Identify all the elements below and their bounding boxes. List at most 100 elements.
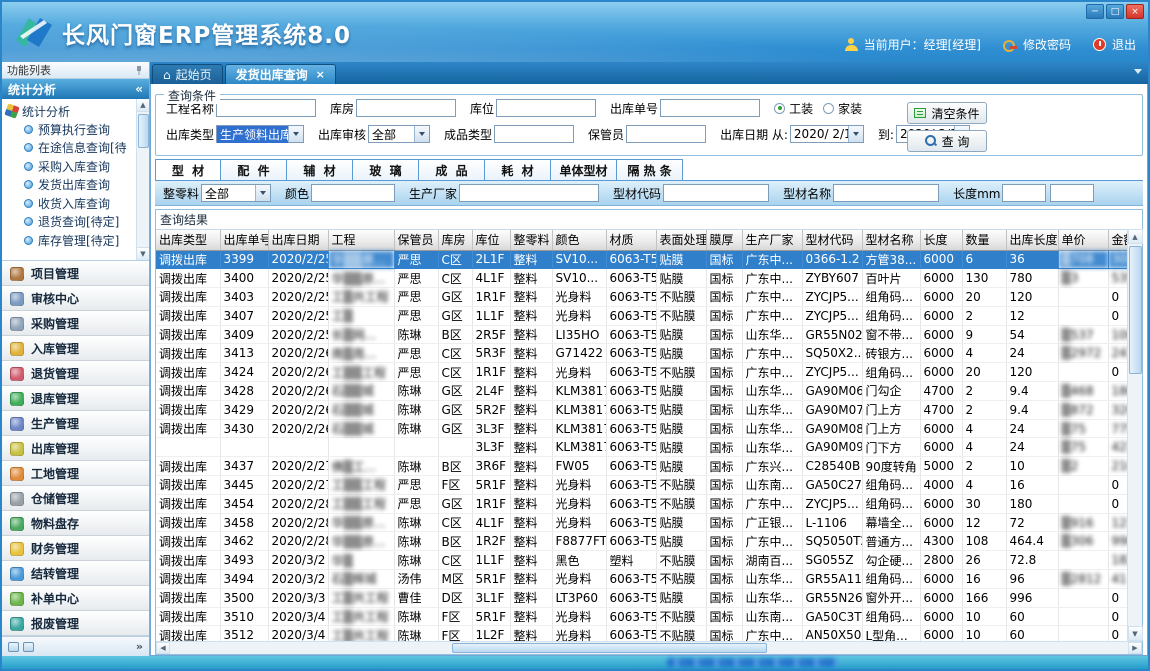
table-row[interactable]: 调拨出库35002020/3/3工▒共工程曹佳D区3L1F整料LT3P60606… — [156, 588, 1127, 607]
table-row[interactable]: 调拨出库33992020/2/25华▒▒原...严思C区2L1F整料SV10..… — [156, 250, 1127, 269]
material-tab[interactable]: 辅 材 — [287, 159, 353, 180]
logout-button[interactable]: 退出 — [1112, 36, 1136, 53]
sidebar-menu-item[interactable]: 生产管理 — [2, 411, 149, 436]
column-header[interactable]: 出库日期 — [268, 230, 328, 250]
audit-select[interactable]: 全部 — [368, 125, 430, 143]
column-header[interactable]: 生产厂家 — [742, 230, 802, 250]
column-header[interactable]: 型材代码 — [802, 230, 862, 250]
scroll-left-icon[interactable]: ◀ — [156, 642, 170, 654]
length-min-input[interactable] — [1002, 184, 1046, 202]
date-from-picker[interactable]: 2020/ 2/16 — [790, 125, 864, 143]
tree-scroll-thumb[interactable] — [138, 114, 149, 148]
sidebar-menu-item[interactable]: 审核中心 — [2, 286, 149, 311]
scroll-up-icon[interactable]: ▲ — [1128, 229, 1143, 244]
horizontal-scroll-thumb[interactable] — [452, 643, 768, 653]
column-header[interactable]: 工程 — [328, 230, 394, 250]
sidebar-menu-item[interactable]: 采购管理 — [2, 311, 149, 336]
column-header[interactable]: 出库类型 — [156, 230, 220, 250]
column-header[interactable]: 金额 — [1108, 230, 1127, 250]
radio-option[interactable]: 工装 — [774, 100, 813, 117]
table-row[interactable]: 调拨出库34002020/2/25华▒▒原...严思C区4L1F整料SV10..… — [156, 269, 1127, 288]
sidebar-menu-item[interactable]: 出库管理 — [2, 436, 149, 461]
sidebar-menu-item[interactable]: 财务管理 — [2, 536, 149, 561]
more-panels-icon[interactable]: » — [136, 640, 143, 653]
tree-item[interactable]: 退货查询[待定] — [6, 213, 135, 232]
tree-scrollbar[interactable]: ▲ ▼ — [136, 99, 149, 260]
scroll-up-icon[interactable]: ▲ — [137, 99, 150, 112]
material-tab[interactable]: 玻 璃 — [353, 159, 419, 180]
sidebar-menu-item[interactable]: 补单中心 — [2, 586, 149, 611]
whole-piece-select[interactable]: 全部 — [201, 184, 271, 202]
sidebar-menu-item[interactable]: 工地管理 — [2, 461, 149, 486]
column-header[interactable]: 整零料 — [510, 230, 552, 250]
table-row[interactable]: 调拨出库34542020/2/28工▒▒工程严思G区1R1F整料光身料6063-… — [156, 494, 1127, 513]
tree-item[interactable]: 库存管理[待定] — [6, 231, 135, 250]
search-button[interactable]: 查 询 — [907, 130, 987, 152]
table-row[interactable]: 调拨出库34582020/2/28华▒▒原...陈琳C区4L1F整料光身料606… — [156, 513, 1127, 532]
product-type-input[interactable] — [494, 125, 574, 143]
column-header[interactable]: 颜色 — [552, 230, 606, 250]
chevron-down-icon[interactable] — [288, 126, 303, 142]
profile-name-input[interactable] — [833, 184, 939, 202]
tree-item[interactable]: 采购入库查询 — [6, 157, 135, 176]
sidebar-menu-item[interactable]: 退库管理 — [2, 386, 149, 411]
tab-home[interactable]: 起始页 — [152, 64, 223, 84]
color-input[interactable] — [311, 184, 395, 202]
sidebar-menu-item[interactable]: 结转管理 — [2, 561, 149, 586]
material-tab[interactable]: 成 品 — [419, 159, 485, 180]
change-password-link[interactable]: 修改密码 — [1023, 36, 1071, 53]
material-tab[interactable]: 隔 热 条 — [617, 159, 683, 180]
sidebar-menu-item[interactable]: 退货管理 — [2, 361, 149, 386]
material-tab[interactable]: 耗 材 — [485, 159, 551, 180]
column-header[interactable]: 保管员 — [394, 230, 438, 250]
tree-item[interactable]: 发货出库查询 — [6, 176, 135, 195]
column-header[interactable]: 表面处理 — [656, 230, 706, 250]
collapse-icon[interactable]: « — [135, 82, 143, 96]
tree-item[interactable]: 在途信息查询[待 — [6, 139, 135, 158]
material-tab[interactable]: 型 材 — [155, 159, 221, 180]
table-row[interactable]: 调拨出库34292020/2/26石▒▒城陈琳G区5R2F整料KLM381760… — [156, 400, 1127, 419]
vertical-scrollbar[interactable]: ▲ ▼ — [1127, 229, 1142, 641]
column-header[interactable]: 型材名称 — [862, 230, 920, 250]
material-tab[interactable]: 单体型材 — [551, 159, 617, 180]
vertical-scroll-thumb[interactable] — [1129, 246, 1142, 374]
table-row[interactable]: 调拨出库34622020/2/28华▒▒原...陈琳B区1R2F整料F8877F… — [156, 532, 1127, 551]
tree-item[interactable]: 收货入库查询 — [6, 194, 135, 213]
maximize-button[interactable]: □ — [1106, 4, 1124, 19]
scroll-right-icon[interactable]: ▶ — [1128, 642, 1142, 654]
column-header[interactable]: 库房 — [438, 230, 472, 250]
sidebar-menu-item[interactable]: 仓储管理 — [2, 486, 149, 511]
tree-root-statistics[interactable]: 统计分析 — [6, 102, 135, 120]
tab-close-icon[interactable]: × — [316, 68, 325, 81]
chevron-down-icon[interactable] — [414, 126, 429, 142]
manufacturer-input[interactable] — [459, 184, 599, 202]
table-row[interactable]: 调拨出库35122020/3/4工▒共工程陈琳F区1L2F整料光身料6063-T… — [156, 626, 1127, 641]
column-header[interactable]: 库位 — [472, 230, 510, 250]
sidebar-section-statistics[interactable]: 统计分析 « — [2, 79, 149, 99]
horizontal-scrollbar[interactable]: ◀ ▶ — [156, 641, 1142, 654]
profile-code-input[interactable] — [663, 184, 769, 202]
location-input[interactable] — [496, 99, 596, 117]
sidebar-menu-item[interactable]: 入库管理 — [2, 336, 149, 361]
column-header[interactable]: 单价 — [1058, 230, 1108, 250]
sidebar-menu-item[interactable]: 物料盘存 — [2, 511, 149, 536]
tab-shipment-out-query[interactable]: 发货出库查询 × — [225, 64, 336, 84]
table-row[interactable]: 调拨出库34932020/3/2华▒陈琳C区1L1F整料黑色塑料不贴膜国标湖南百… — [156, 551, 1127, 570]
minimize-button[interactable]: ─ — [1086, 4, 1104, 19]
table-row[interactable]: 调拨出库34032020/2/25工▒共工程严思G区1R1F整料光身料6063-… — [156, 288, 1127, 307]
length-max-input[interactable] — [1050, 184, 1094, 202]
table-row[interactable]: 调拨出库34092020/2/25长▒网...陈琳B区2R5F整料LI35HO6… — [156, 325, 1127, 344]
table-row[interactable]: 调拨出库34372020/2/27佛▒工...陈琳B区3R6F整料FW05606… — [156, 457, 1127, 476]
column-header[interactable]: 膜厚 — [706, 230, 742, 250]
chevron-down-icon[interactable] — [255, 185, 270, 201]
column-header[interactable]: 数量 — [962, 230, 1006, 250]
warehouse-input[interactable] — [356, 99, 456, 117]
table-row[interactable]: 调拨出库34132020/2/26南▒周...严思C区5R3F整料G714226… — [156, 344, 1127, 363]
panel-switch-icon[interactable] — [8, 642, 19, 652]
column-header[interactable]: 长度 — [920, 230, 962, 250]
tab-list-dropdown-icon[interactable] — [1134, 69, 1142, 74]
scroll-down-icon[interactable]: ▼ — [137, 247, 150, 260]
order-no-input[interactable] — [660, 99, 760, 117]
material-tab[interactable]: 配 件 — [221, 159, 287, 180]
radio-option[interactable]: 家装 — [823, 100, 862, 117]
